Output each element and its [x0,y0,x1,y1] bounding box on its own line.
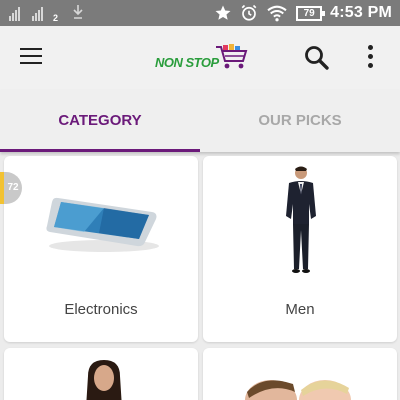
download-icon [73,5,83,19]
status-bar: 2 79 4:53 PM [0,0,400,26]
more-options-button[interactable] [364,45,376,71]
logo-text: NON STOP [155,55,219,70]
men-image [286,166,316,273]
active-tab-indicator [0,149,200,152]
alarm-icon [241,4,257,21]
app-bar: NON STOP [0,26,400,90]
app-logo: NON STOP [155,43,250,75]
category-card-women[interactable] [4,348,198,400]
signal-strength-icon-2 [32,7,43,21]
electronics-image [46,197,159,252]
category-label: Men [285,301,315,318]
category-card-electronics[interactable]: Electronics [4,156,198,342]
women-image [86,360,122,400]
tab-our-picks[interactable]: OUR PICKS [200,90,400,152]
menu-icon [20,48,42,50]
status-time: 4:53 PM [330,4,392,21]
category-card-men[interactable]: Men [203,156,397,342]
cart-icon [216,44,248,69]
kids-image [245,380,351,400]
signal-strength-icon [9,7,20,21]
menu-button[interactable] [20,48,42,66]
battery-indicator: 79 [296,5,326,21]
search-button[interactable] [304,45,330,71]
wifi-icon [267,5,287,22]
more-vert-icon [367,45,373,50]
category-label: Electronics [64,301,138,318]
tab-category[interactable]: CATEGORY [0,90,200,152]
tab-bar: CATEGORY OUR PICKS [0,90,400,152]
star-icon [215,5,231,20]
category-card-kids[interactable] [203,348,397,400]
sim-label: 2 [53,13,59,23]
